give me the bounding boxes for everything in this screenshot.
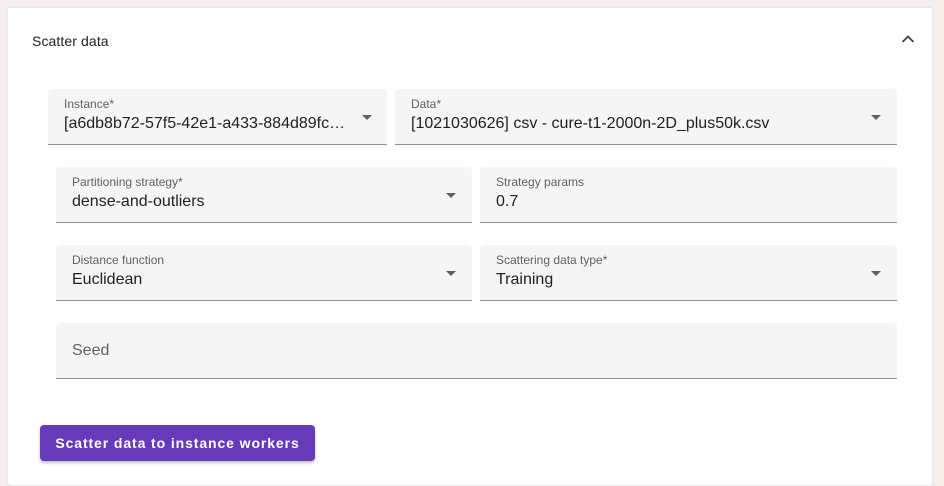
distance-function-label: Distance function — [72, 253, 165, 267]
panel-title[interactable]: Scatter data — [32, 33, 109, 49]
chevron-up-icon[interactable] — [900, 31, 916, 47]
caret-down-icon — [871, 115, 881, 120]
data-value: [1021030626] csv - cure-t1-2000n-2D_plus… — [411, 115, 770, 132]
seed-placeholder: Seed — [72, 342, 110, 359]
data-select[interactable]: Data* [1021030626] csv - cure-t1-2000n-2… — [395, 89, 897, 145]
scattering-data-type-label: Scattering data type* — [496, 253, 608, 267]
partitioning-strategy-select[interactable]: Partitioning strategy* dense-and-outlier… — [56, 167, 472, 223]
panel-divider — [8, 7, 932, 8]
caret-down-icon — [446, 271, 456, 276]
instance-select[interactable]: Instance* [a6db8b72-57f5-42e1-a433-884d8… — [48, 89, 387, 145]
caret-down-icon — [362, 115, 372, 120]
caret-down-icon — [871, 271, 881, 276]
instance-value: [a6db8b72-57f5-42e1-a433-884d89fc… — [64, 115, 346, 132]
distance-function-value: Euclidean — [72, 271, 143, 288]
scatter-data-panel: Scatter data Instance* [a6db8b72-57f5-42… — [7, 6, 933, 486]
data-label: Data* — [411, 97, 442, 111]
strategy-params-label: Strategy params — [496, 175, 585, 189]
seed-input[interactable]: Seed — [56, 323, 897, 379]
partitioning-strategy-label: Partitioning strategy* — [72, 175, 183, 189]
strategy-params-value: 0.7 — [496, 193, 519, 210]
scatter-data-button[interactable]: Scatter data to instance workers — [40, 425, 315, 461]
instance-label: Instance* — [64, 97, 115, 111]
distance-function-select[interactable]: Distance function Euclidean — [56, 245, 472, 301]
strategy-params-input[interactable]: Strategy params 0.7 — [480, 167, 897, 223]
scattering-data-type-select[interactable]: Scattering data type* Training — [480, 245, 897, 301]
scattering-data-type-value: Training — [496, 271, 554, 288]
partitioning-strategy-value: dense-and-outliers — [72, 193, 205, 210]
caret-down-icon — [446, 193, 456, 198]
